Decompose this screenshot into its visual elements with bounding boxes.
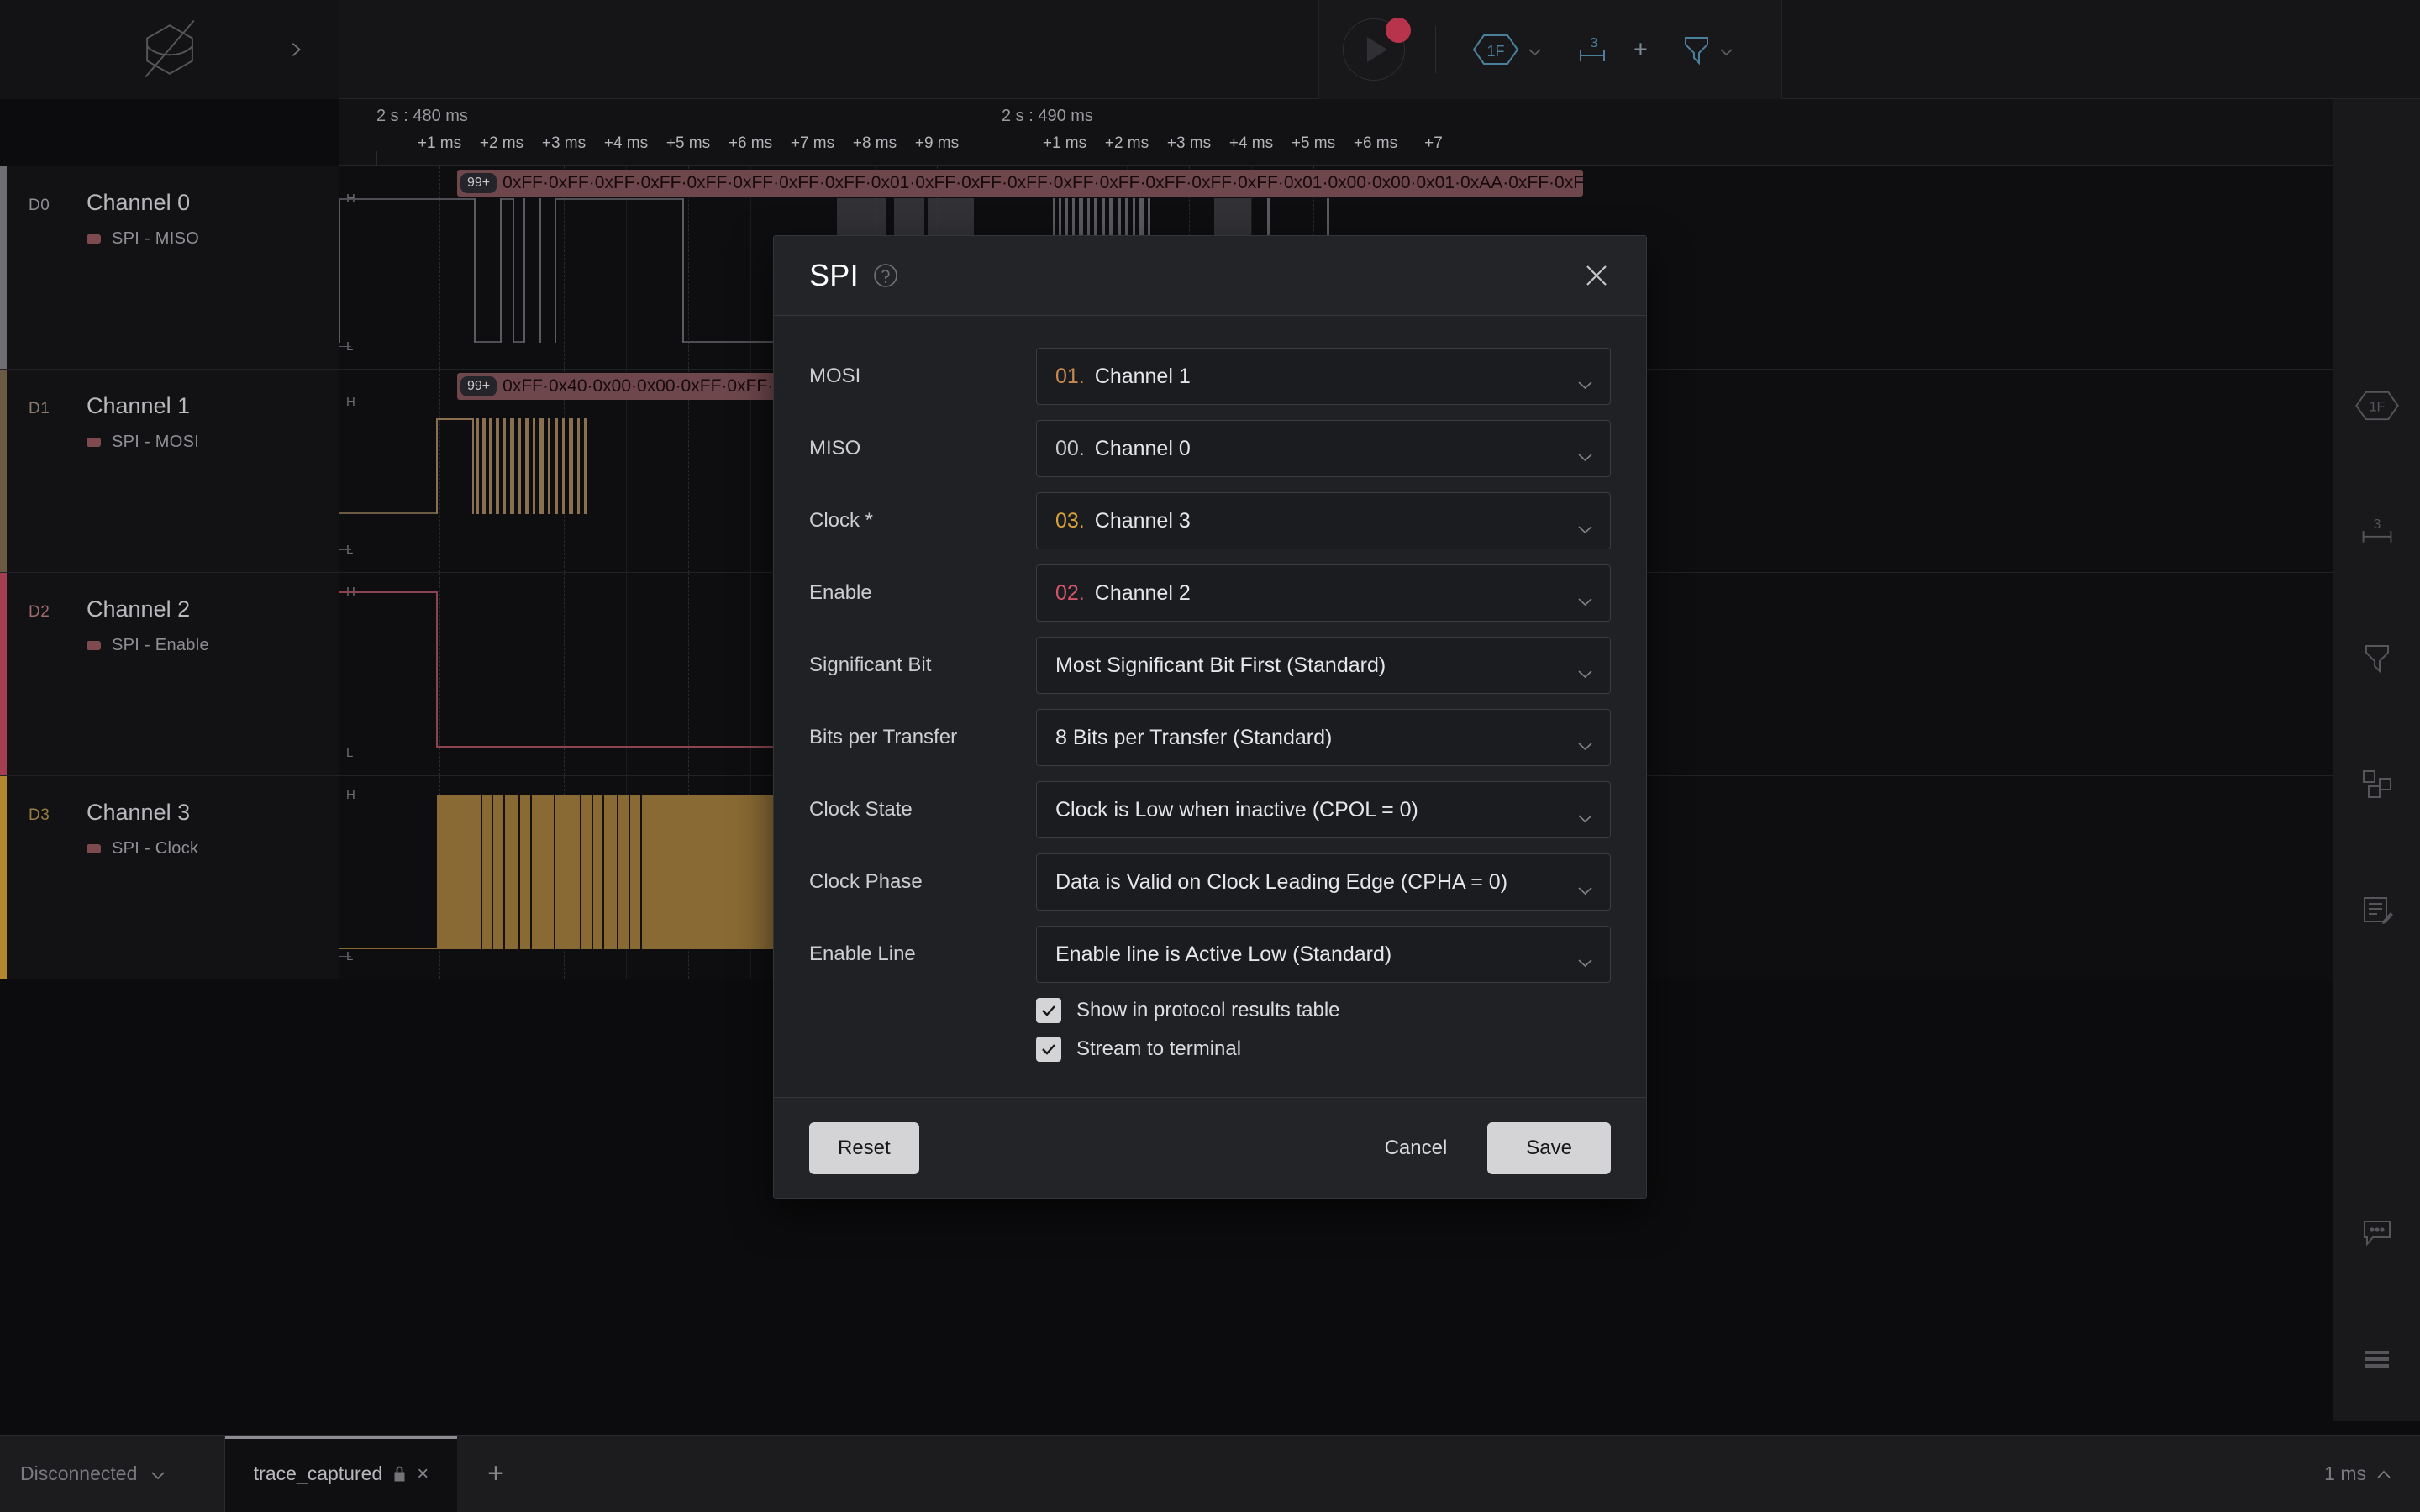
clock-phase-select[interactable]: Data is Valid on Clock Leading Edge (CPH… <box>1036 853 1611 911</box>
dialog-footer: Reset Cancel Save <box>774 1097 1646 1198</box>
field-row-mosi: MOSI 01. Channel 1 <box>809 348 1611 405</box>
field-row-bits-per-transfer: Bits per Transfer 8 Bits per Transfer (S… <box>809 709 1611 766</box>
field-label: MOSI <box>809 365 861 387</box>
stream-to-terminal-checkbox-row[interactable]: Stream to terminal <box>1036 1037 1611 1062</box>
channel-number: 03. <box>1055 508 1085 533</box>
select-value: Data is Valid on Clock Leading Edge (CPH… <box>1055 869 1508 894</box>
field-label: Clock Phase <box>809 870 923 893</box>
dialog-body: MOSI 01. Channel 1 MISO 00. Channel 0 Cl… <box>774 316 1646 1097</box>
select-value: 8 Bits per Transfer (Standard) <box>1055 725 1333 749</box>
field-row-clock-state: Clock State Clock is Low when inactive (… <box>809 781 1611 838</box>
select-value: Clock is Low when inactive (CPOL = 0) <box>1055 797 1418 822</box>
chevron-down-icon <box>1577 588 1593 606</box>
select-value: Enable line is Active Low (Standard) <box>1055 942 1392 966</box>
chevron-down-icon <box>1577 805 1593 823</box>
question-circle-icon[interactable] <box>873 263 898 288</box>
cancel-button[interactable]: Cancel <box>1360 1122 1473 1174</box>
checkbox[interactable] <box>1036 998 1061 1023</box>
field-row-enable-line: Enable Line Enable line is Active Low (S… <box>809 926 1611 983</box>
channel-number: 00. <box>1055 436 1085 460</box>
close-icon[interactable] <box>1582 261 1611 290</box>
modal-overlay: SPI MOSI 01. Channel 1 MISO 00. Channel … <box>0 0 2420 1512</box>
checkbox[interactable] <box>1036 1037 1061 1062</box>
mosi-select[interactable]: 01. Channel 1 <box>1036 348 1611 405</box>
field-label: MISO <box>809 437 861 459</box>
chevron-down-icon <box>1577 660 1593 679</box>
dialog-header: SPI <box>774 236 1646 316</box>
chevron-down-icon <box>1577 732 1593 751</box>
field-label: Clock * <box>809 509 874 532</box>
chevron-down-icon <box>1577 371 1593 390</box>
field-row-significant-bit: Significant Bit Most Significant Bit Fir… <box>809 637 1611 694</box>
field-label: Clock State <box>809 798 913 821</box>
field-row-miso: MISO 00. Channel 0 <box>809 420 1611 477</box>
app-root: 1F 3 + 2 s: 480 ms 2 s: 490 ms +1 ms +… <box>0 0 2420 1512</box>
field-row-clock: Clock * 03. Channel 3 <box>809 492 1611 549</box>
miso-select[interactable]: 00. Channel 0 <box>1036 420 1611 477</box>
enable-select[interactable]: 02. Channel 2 <box>1036 564 1611 622</box>
channel-number: 02. <box>1055 580 1085 605</box>
reset-button[interactable]: Reset <box>809 1121 919 1174</box>
save-button[interactable]: Save <box>1487 1121 1611 1174</box>
select-value: Most Significant Bit First (Standard) <box>1055 653 1386 677</box>
show-in-results-checkbox-row[interactable]: Show in protocol results table <box>1036 998 1611 1023</box>
dialog-title: SPI <box>809 258 859 292</box>
channel-number: 01. <box>1055 364 1085 388</box>
field-label: Significant Bit <box>809 654 932 676</box>
field-label: Enable <box>809 581 872 604</box>
checkbox-label: Stream to terminal <box>1076 1037 1242 1060</box>
checkbox-label: Show in protocol results table <box>1076 999 1340 1021</box>
significant-bit-select[interactable]: Most Significant Bit First (Standard) <box>1036 637 1611 694</box>
chevron-down-icon <box>1577 444 1593 462</box>
field-row-clock-phase: Clock Phase Data is Valid on Clock Leadi… <box>809 853 1611 911</box>
select-value: Channel 2 <box>1094 580 1191 605</box>
enable-line-select[interactable]: Enable line is Active Low (Standard) <box>1036 926 1611 983</box>
bits-per-transfer-select[interactable]: 8 Bits per Transfer (Standard) <box>1036 709 1611 766</box>
field-label: Enable Line <box>809 942 916 965</box>
chevron-down-icon <box>1577 516 1593 534</box>
spi-settings-dialog: SPI MOSI 01. Channel 1 MISO 00. Channel … <box>773 235 1647 1199</box>
field-row-enable: Enable 02. Channel 2 <box>809 564 1611 622</box>
field-label: Bits per Transfer <box>809 726 958 748</box>
chevron-down-icon <box>1577 877 1593 895</box>
clock-state-select[interactable]: Clock is Low when inactive (CPOL = 0) <box>1036 781 1611 838</box>
select-value: Channel 1 <box>1094 364 1191 388</box>
select-value: Channel 3 <box>1094 508 1191 533</box>
select-value: Channel 0 <box>1094 436 1191 460</box>
clock-select[interactable]: 03. Channel 3 <box>1036 492 1611 549</box>
chevron-down-icon <box>1577 949 1593 968</box>
